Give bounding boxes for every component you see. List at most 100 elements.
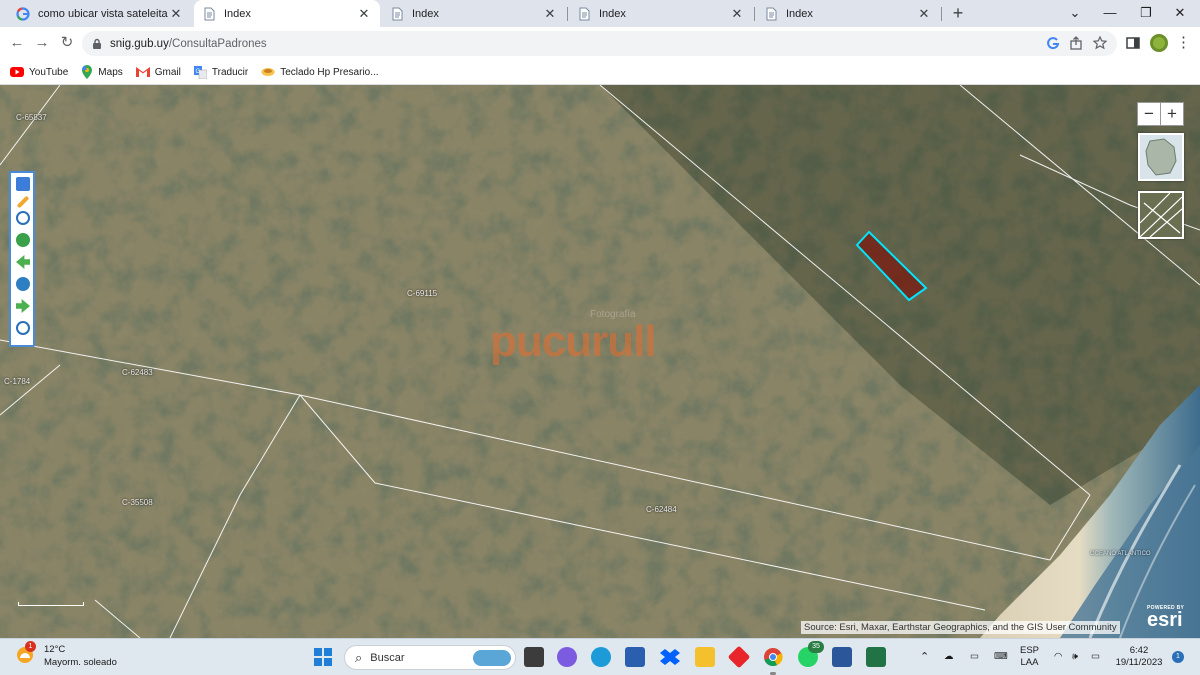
site-info-icon[interactable] xyxy=(92,38,102,50)
tab-divider xyxy=(941,7,942,21)
reload-icon[interactable]: ↻ xyxy=(58,34,76,52)
excel-icon[interactable] xyxy=(866,647,886,667)
whatsapp-icon[interactable]: 35 xyxy=(798,641,824,667)
esri-logo: POWERED BY esri xyxy=(1147,605,1184,630)
pencil-icon[interactable] xyxy=(16,195,30,209)
zoom-control: − + xyxy=(1137,102,1184,126)
tab-index[interactable]: Index ✕ xyxy=(569,0,753,27)
document-icon xyxy=(764,7,778,21)
tab-close-icon[interactable]: ✕ xyxy=(542,6,558,22)
tab-close-icon[interactable]: ✕ xyxy=(168,6,184,22)
file-explorer-icon[interactable] xyxy=(695,647,715,667)
globe-icon[interactable] xyxy=(16,277,30,291)
chat-icon[interactable] xyxy=(557,647,577,667)
menu-kebab-icon[interactable]: ⋮ xyxy=(1176,35,1192,51)
tab-title: Index xyxy=(412,7,439,20)
notification-badge[interactable]: 1 xyxy=(1172,651,1184,663)
bookmark-teclado[interactable]: Teclado Hp Presario... xyxy=(261,66,379,78)
zoom-out-tool-icon[interactable] xyxy=(16,211,30,225)
battery-icon[interactable]: ▭ xyxy=(1091,651,1100,663)
search-icon: ⌕ xyxy=(355,649,363,665)
document-icon xyxy=(202,7,216,21)
task-view-icon[interactable] xyxy=(524,647,544,667)
weather-badge: 1 xyxy=(25,641,36,652)
weather-sun-icon: 1 xyxy=(14,641,36,669)
tab-close-icon[interactable]: ✕ xyxy=(916,6,932,22)
clock[interactable]: 6:42 19/11/2023 xyxy=(1114,645,1164,669)
word-icon[interactable] xyxy=(832,647,852,667)
tab-strip: como ubicar vista sateleital por ✕ Index… xyxy=(0,0,1200,27)
map-attribution: Source: Esri, Maxar, Earthstar Geographi… xyxy=(801,621,1120,634)
tab-google-search[interactable]: como ubicar vista sateleital por ✕ xyxy=(8,0,192,27)
bookmark-gmail[interactable]: Gmail xyxy=(135,67,181,78)
basemap-satellite-button[interactable] xyxy=(1138,191,1184,239)
document-icon xyxy=(390,7,404,21)
bookmark-maps[interactable]: Maps xyxy=(81,65,123,79)
profile-avatar-icon[interactable] xyxy=(1149,33,1168,52)
translate-icon: G xyxy=(193,65,207,79)
temperature: 12°C xyxy=(44,644,66,655)
network-drive-icon[interactable]: ▭ xyxy=(970,651,979,663)
windows-start-icon[interactable] xyxy=(313,647,333,667)
tab-index-active[interactable]: Index ✕ xyxy=(194,0,380,27)
search-highlight-icon xyxy=(473,650,511,666)
forward-arrow-icon[interactable]: → xyxy=(33,34,51,52)
tab-title: como ubicar vista sateleital por xyxy=(38,7,168,20)
dropbox-icon[interactable] xyxy=(660,649,680,665)
tab-close-icon[interactable]: ✕ xyxy=(356,6,372,22)
whatsapp-badge: 35 xyxy=(808,641,824,653)
bookmark-youtube[interactable]: YouTube xyxy=(10,67,68,78)
back-arrow-icon[interactable]: ← xyxy=(8,34,26,52)
tab-title: Index xyxy=(599,7,626,20)
anydesk-icon[interactable] xyxy=(727,645,751,669)
minimize-button[interactable]: — xyxy=(1100,4,1120,22)
volume-icon[interactable]: 🕪 xyxy=(1072,651,1078,663)
onedrive-icon[interactable]: ☁ xyxy=(944,651,954,663)
maximize-button[interactable]: ❐ xyxy=(1136,4,1156,22)
tab-title: Index xyxy=(786,7,813,20)
keyboard-icon[interactable]: ⌨ xyxy=(994,651,1008,663)
chrome-icon[interactable] xyxy=(763,647,783,675)
side-panel-icon[interactable] xyxy=(1125,35,1141,51)
previous-extent-icon[interactable] xyxy=(16,255,30,269)
windows-taskbar: 1 12°C Mayorm. soleado ⌕ Buscar 35 ⌃ ☁ ▭… xyxy=(0,638,1200,675)
svg-text:G: G xyxy=(195,69,200,75)
language-indicator[interactable]: ESP LAA xyxy=(1020,645,1039,669)
parcel-label: C-62483 xyxy=(122,368,153,377)
satellite-map[interactable]: C-65837 C-69115 C-62483 C-1784 C-35508 C… xyxy=(0,85,1200,638)
tab-index[interactable]: Index ✕ xyxy=(382,0,566,27)
new-tab-button[interactable]: + xyxy=(948,4,968,24)
next-extent-icon[interactable] xyxy=(16,299,30,313)
map-tools-panel xyxy=(9,171,35,347)
tab-index[interactable]: Index ✕ xyxy=(756,0,940,27)
google-icon xyxy=(16,6,30,21)
tab-search-chevron-icon[interactable]: ⌄ xyxy=(1065,4,1085,22)
ocean-label: OCEANO ATLANTICO xyxy=(1090,551,1151,557)
weather-widget[interactable]: 1 12°C Mayorm. soleado xyxy=(14,641,117,669)
zoom-out-button[interactable]: − xyxy=(1138,103,1160,125)
close-window-button[interactable]: ✕ xyxy=(1170,4,1190,22)
basemap-uruguay-button[interactable] xyxy=(1138,133,1184,181)
bookmark-label: Teclado Hp Presario... xyxy=(280,66,379,78)
parcel-label: C-65837 xyxy=(16,113,47,122)
url-path: /ConsultaPadrones xyxy=(168,37,267,50)
globe-full-extent-icon[interactable] xyxy=(16,233,30,247)
tray-chevron-icon[interactable]: ⌃ xyxy=(920,651,929,663)
taskbar-search-input[interactable]: ⌕ Buscar xyxy=(344,645,516,670)
zoom-in-tool-icon[interactable] xyxy=(16,321,30,335)
share-icon[interactable] xyxy=(1069,36,1083,50)
google-lens-icon[interactable] xyxy=(1046,36,1060,50)
tab-close-icon[interactable]: ✕ xyxy=(729,6,745,22)
address-bar[interactable]: snig.gub.uy/ConsultaPadrones xyxy=(82,31,1117,56)
zoom-in-button[interactable]: + xyxy=(1160,103,1183,125)
wifi-icon[interactable]: ◠ xyxy=(1054,651,1062,663)
bookmark-star-icon[interactable] xyxy=(1093,36,1107,50)
parcel-label: C-35508 xyxy=(122,498,153,507)
bookmark-translate[interactable]: G Traducir xyxy=(193,65,248,79)
date: 19/11/2023 xyxy=(1115,657,1163,668)
parcel-label: C-1784 xyxy=(4,377,31,386)
pan-arrow-icon[interactable] xyxy=(16,177,30,191)
edge-icon[interactable] xyxy=(591,647,611,667)
document-icon xyxy=(577,7,591,21)
store-icon[interactable] xyxy=(625,647,645,667)
